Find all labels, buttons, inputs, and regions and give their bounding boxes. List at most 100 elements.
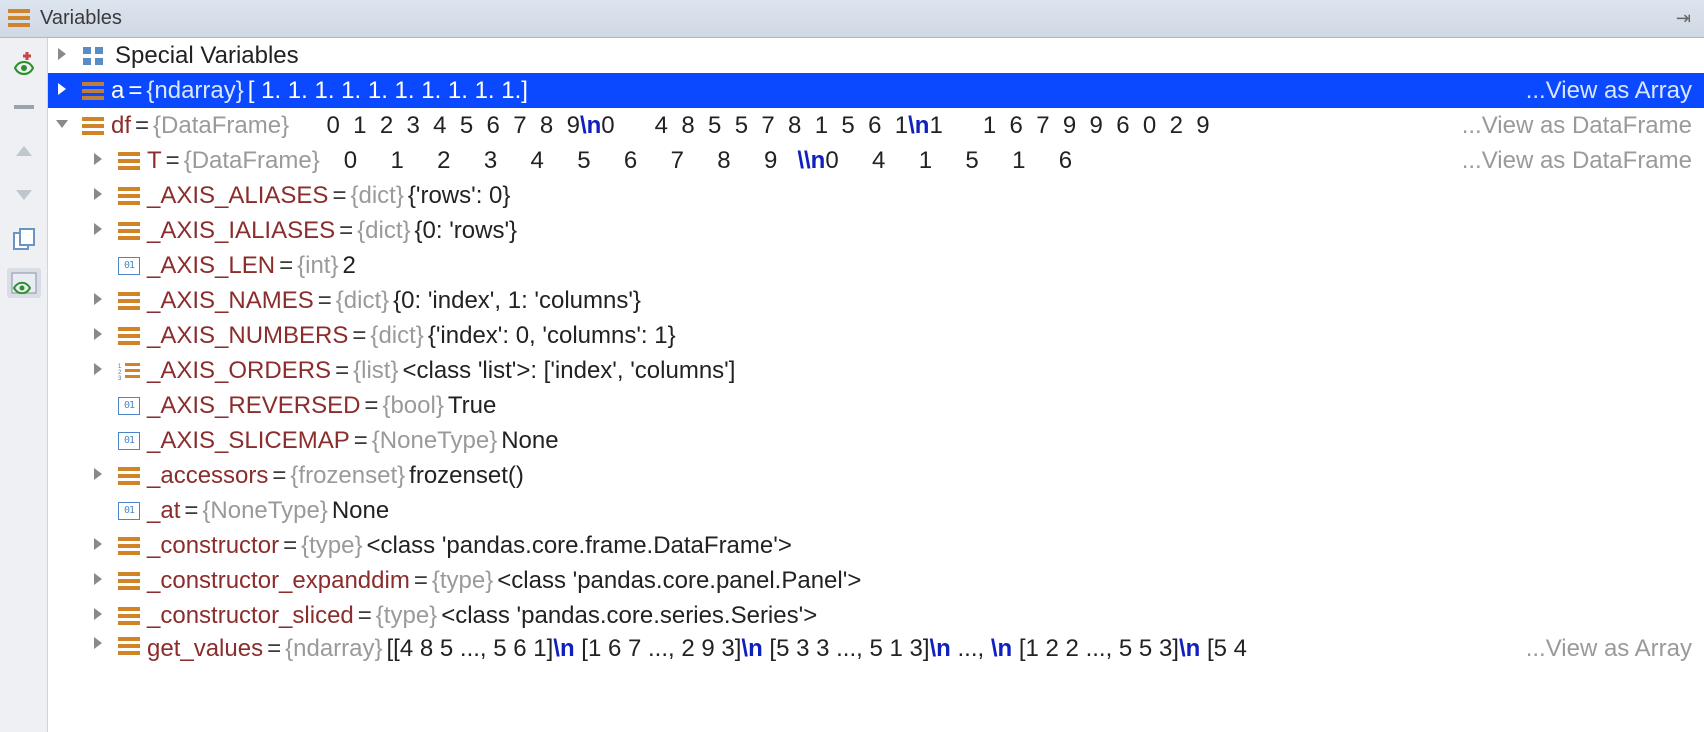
variables-tree[interactable]: Special Variables a = {ndarray} [ 1. 1. … [48, 38, 1704, 732]
var-value: [[4 8 5 ..., 5 6 1]\n [1 6 7 ..., 2 9 3]… [383, 635, 1247, 663]
eq: = [410, 567, 432, 595]
tree-row-get-values[interactable]: get_values = {ndarray} [[4 8 5 ..., 5 6 … [48, 633, 1704, 663]
expand-icon[interactable] [54, 81, 74, 101]
var-value: <class 'pandas.core.panel.Panel'> [493, 567, 861, 595]
var-value: <class 'pandas.core.series.Series'> [437, 602, 817, 630]
eq: = [279, 532, 301, 560]
tree-row-df[interactable]: df = {DataFrame} 0 1 2 3 4 5 6 7 8 9\n0 … [48, 108, 1704, 143]
var-type: {bool} [382, 392, 443, 420]
eq: = [348, 322, 370, 350]
var-type: {NoneType} [202, 497, 327, 525]
eq: = [328, 182, 350, 210]
var-type: {ndarray} [285, 635, 382, 663]
list-icon: 123 [116, 360, 142, 382]
eq: = [275, 252, 297, 280]
expand-icon[interactable] [90, 466, 110, 486]
eq: = [131, 112, 153, 140]
tree-row[interactable]: 01 _AXIS_REVERSED = {bool} True [48, 388, 1704, 423]
tree-row[interactable]: 01 _AXIS_SLICEMAP = {NoneType} None [48, 423, 1704, 458]
expand-icon[interactable] [90, 151, 110, 171]
var-type: {DataFrame} [184, 147, 320, 175]
tree-row[interactable]: _constructor = {type} <class 'pandas.cor… [48, 528, 1704, 563]
expand-icon[interactable] [54, 46, 74, 66]
expand-icon[interactable] [90, 536, 110, 556]
expand-icon[interactable] [90, 186, 110, 206]
var-name: _constructor_sliced [147, 602, 354, 630]
variables-panel-icon [8, 9, 32, 29]
tree-row-T[interactable]: T = {DataFrame} 0 1 2 3 4 5 6 7 8 9 \\n0… [48, 143, 1704, 178]
var-value: None [497, 427, 558, 455]
var-name: _AXIS_LEN [147, 252, 275, 280]
tree-row[interactable]: _AXIS_NUMBERS = {dict} {'index': 0, 'col… [48, 318, 1704, 353]
expand-icon[interactable] [90, 635, 110, 655]
view-as-dataframe-link[interactable]: ...View as DataFrame [1460, 147, 1704, 175]
var-value: 0 1 2 3 4 5 6 7 8 9\n0 4 8 5 5 7 8 1 5 6… [289, 112, 1210, 140]
remove-watch-icon[interactable] [7, 92, 41, 122]
tree-row[interactable]: 01 _AXIS_LEN = {int} 2 [48, 248, 1704, 283]
var-type: {int} [297, 252, 338, 280]
type-icon [116, 605, 142, 627]
dataframe-icon [116, 150, 142, 172]
dict-icon [116, 185, 142, 207]
duplicate-watch-icon[interactable] [7, 224, 41, 254]
var-type: {dict} [350, 182, 403, 210]
tree-row[interactable]: _constructor_sliced = {type} <class 'pan… [48, 598, 1704, 633]
tree-row[interactable]: 123 _AXIS_ORDERS = {list} <class 'list'>… [48, 353, 1704, 388]
group-icon [80, 45, 106, 67]
var-name: a [111, 77, 124, 105]
var-name: _accessors [147, 462, 268, 490]
none-icon: 01 [116, 500, 142, 522]
var-name: _AXIS_ALIASES [147, 182, 328, 210]
expand-icon[interactable] [90, 291, 110, 311]
tree-row[interactable]: _AXIS_NAMES = {dict} {0: 'index', 1: 'co… [48, 283, 1704, 318]
var-name: _AXIS_REVERSED [147, 392, 360, 420]
var-name: _constructor_expanddim [147, 567, 410, 595]
tree-row-a[interactable]: a = {ndarray} [ 1. 1. 1. 1. 1. 1. 1. 1. … [48, 73, 1704, 108]
collapse-icon[interactable] [54, 116, 74, 136]
eq: = [180, 497, 202, 525]
minimize-icon[interactable]: ⇥ [1676, 8, 1696, 29]
var-name: _AXIS_IALIASES [147, 217, 335, 245]
tree-row[interactable]: _AXIS_IALIASES = {dict} {0: 'rows'} [48, 213, 1704, 248]
tree-row-special[interactable]: Special Variables [48, 38, 1704, 73]
var-value: {0: 'rows'} [411, 217, 518, 245]
eq: = [162, 147, 184, 175]
show-watches-icon[interactable] [7, 268, 41, 298]
var-name: _at [147, 497, 180, 525]
svg-text:3: 3 [118, 376, 122, 380]
ndarray-icon [116, 635, 142, 657]
expand-icon[interactable] [90, 221, 110, 241]
var-value: {'rows': 0} [404, 182, 511, 210]
move-up-icon[interactable] [7, 136, 41, 166]
tree-row[interactable]: _accessors = {frozenset} frozenset() [48, 458, 1704, 493]
move-down-icon[interactable] [7, 180, 41, 210]
view-as-dataframe-link[interactable]: ...View as DataFrame [1460, 112, 1704, 140]
var-type: {NoneType} [372, 427, 497, 455]
eq: = [354, 602, 376, 630]
tree-row[interactable]: 01 _at = {NoneType} None [48, 493, 1704, 528]
view-as-array-link[interactable]: ...View as Array [1524, 635, 1704, 663]
var-type: {dict} [357, 217, 410, 245]
eq: = [350, 427, 372, 455]
panel-title: Variables [40, 7, 122, 30]
special-vars-label: Special Variables [111, 42, 299, 70]
var-name: _AXIS_SLICEMAP [147, 427, 350, 455]
expand-icon[interactable] [90, 361, 110, 381]
new-watch-icon[interactable] [7, 48, 41, 78]
int-icon: 01 [116, 255, 142, 277]
view-as-array-link[interactable]: ...View as Array [1524, 77, 1704, 105]
tree-row[interactable]: _AXIS_ALIASES = {dict} {'rows': 0} [48, 178, 1704, 213]
var-value: {0: 'index', 1: 'columns'} [389, 287, 641, 315]
expand-icon[interactable] [90, 606, 110, 626]
var-value: 0 1 2 3 4 5 6 7 8 9 \\n0 4 1 5 1 6 [320, 147, 1092, 175]
none-icon: 01 [116, 430, 142, 452]
expand-icon[interactable] [90, 571, 110, 591]
var-value: 2 [338, 252, 355, 280]
var-type: {DataFrame} [153, 112, 289, 140]
var-name: _AXIS_NUMBERS [147, 322, 348, 350]
expand-icon[interactable] [90, 326, 110, 346]
dict-icon [116, 220, 142, 242]
eq: = [314, 287, 336, 315]
tree-row[interactable]: _constructor_expanddim = {type} <class '… [48, 563, 1704, 598]
eq: = [124, 77, 146, 105]
